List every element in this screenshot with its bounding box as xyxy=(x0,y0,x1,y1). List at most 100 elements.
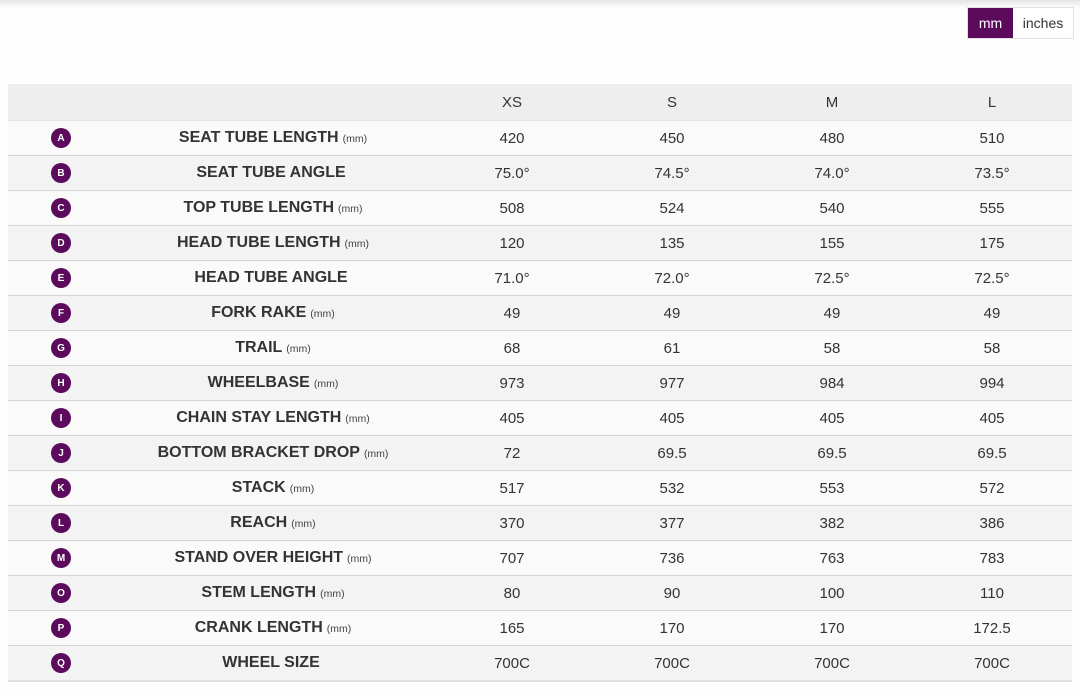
badge-cell: G xyxy=(8,330,114,366)
badge-cell: D xyxy=(8,225,114,261)
value-xs: 165 xyxy=(432,610,592,646)
letter-badge-icon: C xyxy=(51,198,71,219)
value-s: 90 xyxy=(592,575,752,611)
measurement-unit: (mm) xyxy=(326,623,352,635)
badge-cell: A xyxy=(8,120,114,156)
measurement-label-cell: SEAT TUBE ANGLE xyxy=(114,155,432,191)
badge-cell: H xyxy=(8,365,114,401)
measurement-unit: (mm) xyxy=(342,133,368,145)
letter-badge-icon: F xyxy=(51,303,71,324)
measurement-label-cell: TOP TUBE LENGTH (mm) xyxy=(114,190,432,226)
letter-badge-icon: H xyxy=(51,373,71,394)
value-xs: 508 xyxy=(432,190,592,226)
value-l: 510 xyxy=(912,120,1072,156)
badge-cell: F xyxy=(8,295,114,331)
measurement-label: FORK RAKE xyxy=(211,304,307,321)
table-row: A SEAT TUBE LENGTH (mm) 420 450 480 510 xyxy=(8,120,1072,156)
unit-toggle: mm inches xyxy=(967,7,1074,39)
measurement-label-cell: SEAT TUBE LENGTH (mm) xyxy=(114,120,432,156)
value-l: 405 xyxy=(912,400,1072,436)
value-s: 524 xyxy=(592,190,752,226)
header-size-xs: XS xyxy=(432,84,592,121)
table-row: L REACH (mm) 370 377 382 386 xyxy=(8,505,1072,541)
measurement-unit: (mm) xyxy=(347,553,372,565)
measurement-label-cell: CRANK LENGTH (mm) xyxy=(114,610,432,646)
measurement-label-cell: HEAD TUBE ANGLE xyxy=(114,260,432,296)
value-s: 977 xyxy=(592,365,752,401)
measurement-label: STACK xyxy=(231,479,286,496)
value-s: 61 xyxy=(592,330,752,366)
value-l: 994 xyxy=(912,365,1072,401)
value-xs: 700C xyxy=(432,645,592,682)
top-shadow xyxy=(0,0,1080,8)
measurement-label-cell: STEM LENGTH (mm) xyxy=(114,575,432,611)
measurement-unit: (mm) xyxy=(310,308,335,320)
value-l: 73.5° xyxy=(912,155,1072,191)
value-m: 100 xyxy=(752,575,912,611)
header-size-s: S xyxy=(592,84,752,121)
measurement-label-cell: STACK (mm) xyxy=(114,470,432,506)
letter-badge-icon: D xyxy=(51,233,71,254)
measurement-label-cell: FORK RAKE (mm) xyxy=(114,295,432,331)
measurement-label: SEAT TUBE ANGLE xyxy=(196,164,346,181)
table-row: F FORK RAKE (mm) 49 49 49 49 xyxy=(8,295,1072,331)
measurement-label-cell: STAND OVER HEIGHT (mm) xyxy=(114,540,432,576)
value-m: 480 xyxy=(752,120,912,156)
measurement-label: WHEELBASE xyxy=(207,374,310,391)
letter-badge-icon: Q xyxy=(51,653,71,674)
badge-cell: L xyxy=(8,505,114,541)
value-xs: 75.0° xyxy=(432,155,592,191)
value-s: 377 xyxy=(592,505,752,541)
table-row: E HEAD TUBE ANGLE 71.0° 72.0° 72.5° 72.5° xyxy=(8,260,1072,296)
value-l: 110 xyxy=(912,575,1072,611)
measurement-label-cell: WHEELBASE (mm) xyxy=(114,365,432,401)
measurement-label-cell: HEAD TUBE LENGTH (mm) xyxy=(114,225,432,261)
measurement-label: REACH xyxy=(230,514,288,531)
table-row: O STEM LENGTH (mm) 80 90 100 110 xyxy=(8,575,1072,611)
letter-badge-icon: P xyxy=(51,618,71,639)
value-xs: 71.0° xyxy=(432,260,592,296)
table-row: C TOP TUBE LENGTH (mm) 508 524 540 555 xyxy=(8,190,1072,226)
measurement-unit: (mm) xyxy=(363,448,389,460)
value-l: 172.5 xyxy=(912,610,1072,646)
badge-cell: I xyxy=(8,400,114,436)
value-m: 700C xyxy=(752,645,912,682)
measurement-label: CHAIN STAY LENGTH xyxy=(176,409,342,426)
table-header-row: XS S M L xyxy=(8,84,1072,121)
measurement-unit: (mm) xyxy=(345,413,370,425)
unit-inches-button[interactable]: inches xyxy=(1013,8,1073,38)
value-m: 72.5° xyxy=(752,260,912,296)
value-l: 700C xyxy=(912,645,1072,682)
measurement-unit: (mm) xyxy=(313,378,339,390)
letter-badge-icon: E xyxy=(51,268,71,289)
measurement-label-cell: WHEEL SIZE xyxy=(114,645,432,682)
measurement-label: TRAIL xyxy=(235,339,283,356)
value-m: 69.5 xyxy=(752,435,912,471)
value-m: 553 xyxy=(752,470,912,506)
value-s: 736 xyxy=(592,540,752,576)
value-s: 135 xyxy=(592,225,752,261)
table-row: I CHAIN STAY LENGTH (mm) 405 405 405 405 xyxy=(8,400,1072,436)
letter-badge-icon: O xyxy=(51,583,71,604)
badge-cell: P xyxy=(8,610,114,646)
badge-cell: C xyxy=(8,190,114,226)
value-l: 69.5 xyxy=(912,435,1072,471)
header-badge xyxy=(8,84,114,121)
measurement-unit: (mm) xyxy=(320,588,345,600)
unit-mm-button[interactable]: mm xyxy=(968,8,1013,38)
value-xs: 72 xyxy=(432,435,592,471)
letter-badge-icon: B xyxy=(51,163,71,184)
measurement-label: CRANK LENGTH xyxy=(194,619,323,636)
value-xs: 420 xyxy=(432,120,592,156)
value-xs: 120 xyxy=(432,225,592,261)
value-m: 763 xyxy=(752,540,912,576)
value-s: 72.0° xyxy=(592,260,752,296)
measurement-label: WHEEL SIZE xyxy=(222,654,320,671)
value-m: 155 xyxy=(752,225,912,261)
letter-badge-icon: M xyxy=(51,548,71,569)
badge-cell: J xyxy=(8,435,114,471)
measurement-label: STAND OVER HEIGHT xyxy=(174,549,344,566)
table-row: M STAND OVER HEIGHT (mm) 707 736 763 783 xyxy=(8,540,1072,576)
table-row: B SEAT TUBE ANGLE 75.0° 74.5° 74.0° 73.5° xyxy=(8,155,1072,191)
value-m: 382 xyxy=(752,505,912,541)
